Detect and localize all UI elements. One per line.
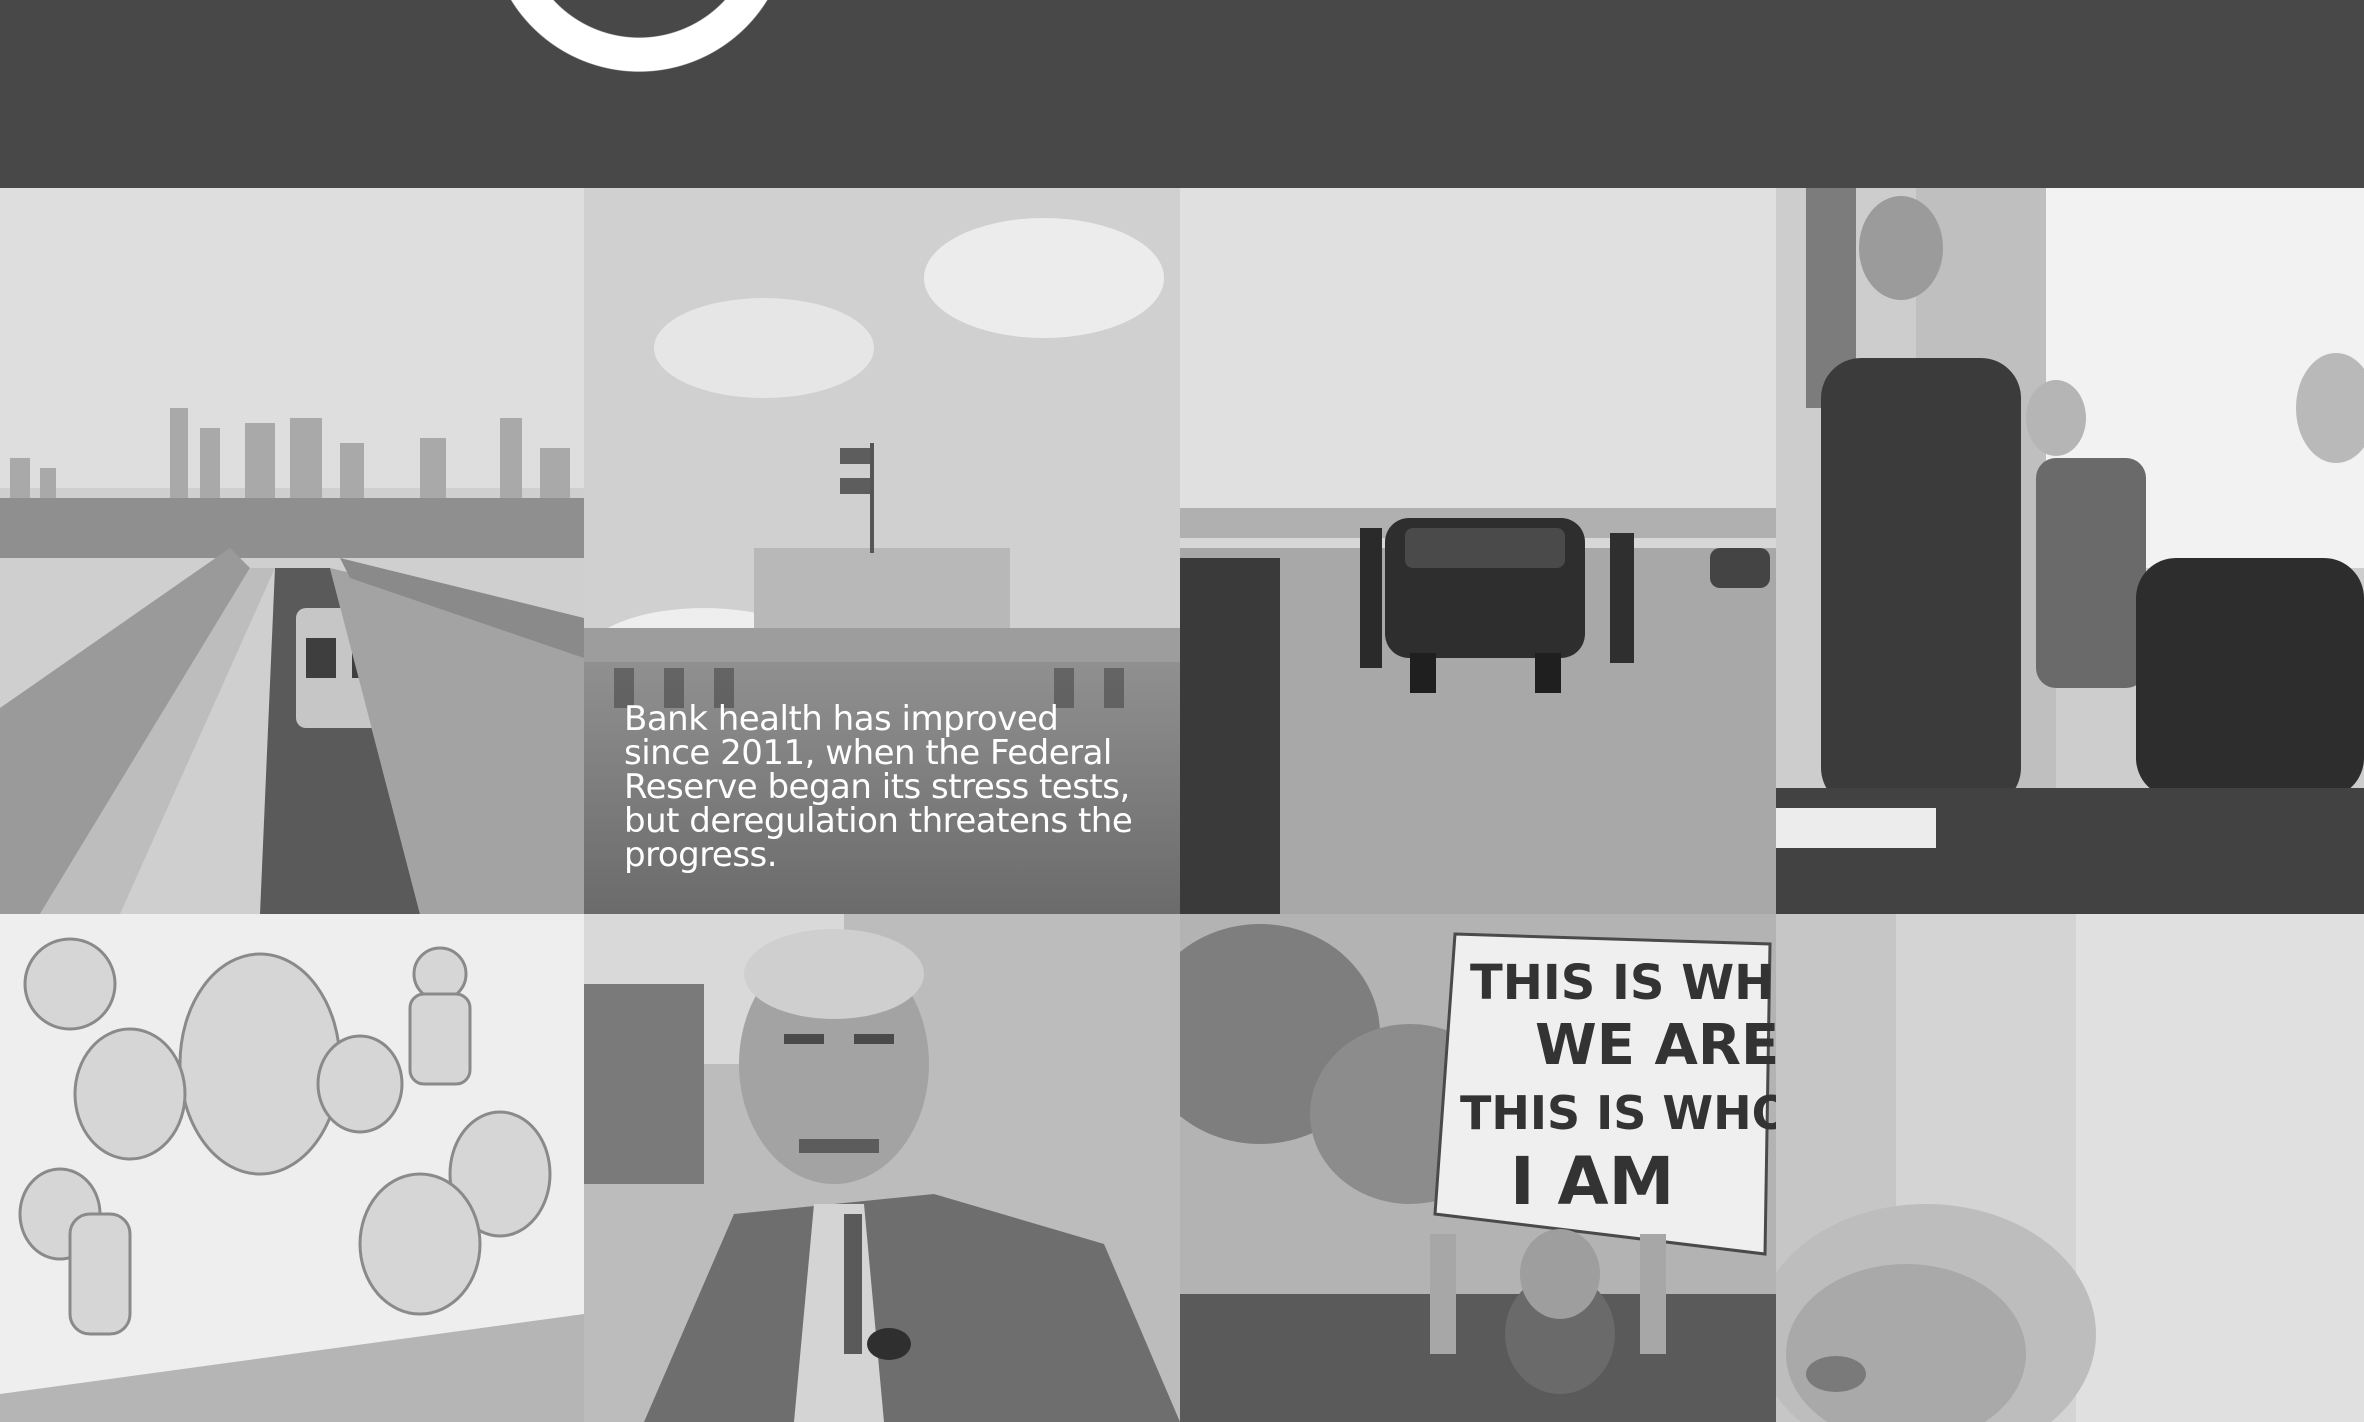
story-caption[interactable]: Bank health has improved since 2011, whe… xyxy=(624,702,1144,872)
story-tile-federal-reserve[interactable]: Bank health has improved since 2011, whe… xyxy=(584,188,1180,914)
crowd-illustration-image xyxy=(0,914,584,1422)
story-tile-train[interactable] xyxy=(0,188,584,914)
story-tile-handshake[interactable] xyxy=(1776,188,2364,914)
story-grid: Bank health has improved since 2011, whe… xyxy=(0,188,2364,1422)
handshake-image xyxy=(1776,188,2364,914)
motorcade-image xyxy=(1180,188,1776,914)
story-tile-man-with-pipe[interactable] xyxy=(584,914,1180,1422)
story-tile-motorcade[interactable] xyxy=(1180,188,1776,914)
sign-line-4: I AM xyxy=(1510,1143,1674,1220)
train-skyline-image xyxy=(0,188,584,914)
protest-image: THIS IS WHO WE ARE THIS IS WHO I AM xyxy=(1180,914,1776,1422)
site-header xyxy=(0,0,2364,188)
story-tile-protest[interactable]: THIS IS WHO WE ARE THIS IS WHO I AM xyxy=(1180,914,1776,1422)
newborn-image xyxy=(1776,914,2364,1422)
man-with-pipe-image xyxy=(584,914,1180,1422)
story-tile-crowd-illustration[interactable] xyxy=(0,914,584,1422)
circle-logo-icon xyxy=(478,0,788,88)
sign-line-1: THIS IS WHO xyxy=(1470,955,1776,1011)
sign-line-2: WE ARE xyxy=(1535,1013,1776,1078)
story-tile-newborn[interactable] xyxy=(1776,914,2364,1422)
sign-line-3: THIS IS WHO xyxy=(1460,1086,1776,1140)
